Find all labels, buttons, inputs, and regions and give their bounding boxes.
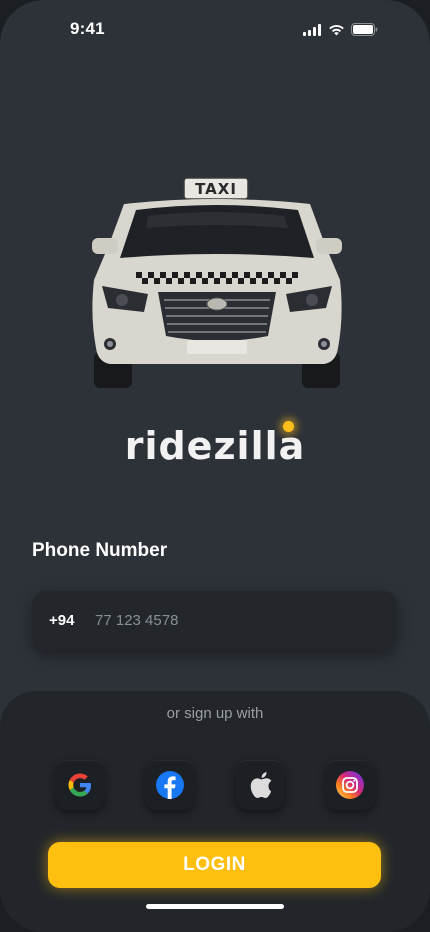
facebook-icon — [156, 771, 184, 799]
status-bar: 9:41 — [0, 0, 430, 60]
google-icon — [68, 773, 91, 797]
phone-number-field[interactable]: +94 — [32, 590, 397, 650]
country-code[interactable]: +94 — [49, 612, 93, 629]
brand-dot-icon — [283, 421, 294, 432]
status-time: 9:41 — [70, 19, 105, 38]
signup-prompt: or sign up with — [166, 705, 264, 722]
brand-name: ridezilla — [124, 424, 306, 468]
status-icons — [303, 23, 378, 36]
brand-logo: ridezilla — [0, 424, 430, 468]
signal-icon — [303, 23, 321, 36]
apple-icon — [250, 772, 272, 799]
home-indicator — [146, 904, 284, 909]
login-button[interactable]: LOGIN — [48, 842, 381, 888]
phone-number-input[interactable] — [93, 610, 377, 630]
facebook-signup-button[interactable] — [145, 760, 195, 810]
taxi-sign-text: TAXI — [195, 180, 237, 198]
battery-icon — [351, 23, 378, 36]
apple-signup-button[interactable] — [235, 760, 285, 810]
instagram-signup-button[interactable] — [325, 760, 375, 810]
phone-number-label: Phone Number — [32, 540, 168, 561]
instagram-icon — [336, 771, 364, 799]
signup-sheet: or sign up with LOGIN — [0, 691, 430, 932]
phone-screen: 9:41 TAXI ridezilla Phone Number +94 77 … — [0, 0, 430, 932]
wifi-icon — [329, 24, 344, 35]
google-signup-button[interactable] — [55, 760, 105, 810]
taxi-illustration: TAXI — [92, 177, 342, 388]
